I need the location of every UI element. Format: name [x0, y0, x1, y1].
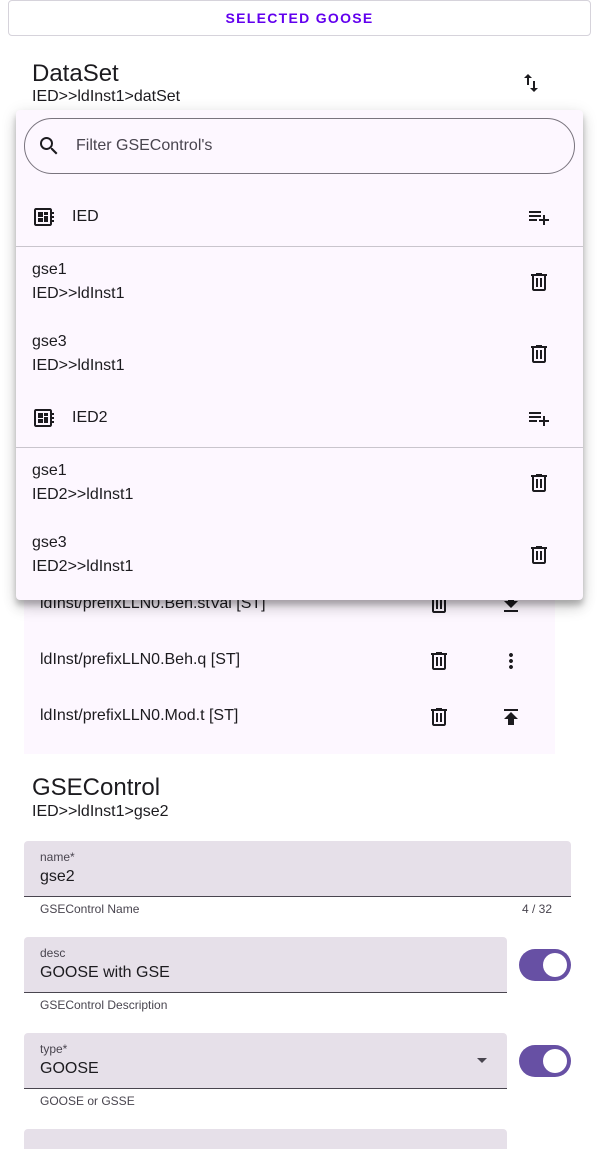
- fcda-list: ldInst/prefixLLN0.Beh.stVal [ST] ldInst/…: [24, 580, 555, 754]
- name-field-label: name*: [40, 850, 75, 864]
- list-item[interactable]: ldInst/prefixLLN0.Mod.t [ST]: [24, 690, 555, 746]
- delete-icon[interactable]: [427, 705, 451, 729]
- delete-icon[interactable]: [527, 543, 551, 567]
- more-vert-icon[interactable]: [499, 649, 523, 673]
- delete-icon[interactable]: [527, 342, 551, 366]
- name-helper-text: GSEControl Name: [40, 902, 140, 916]
- search-icon: [37, 134, 61, 158]
- list-item[interactable]: gse1 IED>>ldInst1: [16, 247, 583, 319]
- name-field-value: gse2: [40, 868, 75, 885]
- fcda-label: ldInst/prefixLLN0.Mod.t [ST]: [40, 707, 239, 724]
- search-placeholder: Filter GSEControl's: [76, 137, 213, 154]
- gsecontrol-picker-menu: Filter GSEControl's IED gse1 IED>>ldInst…: [16, 110, 583, 600]
- delete-icon[interactable]: [527, 270, 551, 294]
- desc-field-value: GOOSE with GSE: [40, 964, 170, 981]
- ied-name: IED: [72, 208, 99, 225]
- gse-path: IED>>ldInst1: [32, 357, 125, 374]
- gse-name: gse1: [32, 462, 67, 479]
- ied-name: IED2: [72, 409, 108, 426]
- delete-icon[interactable]: [527, 471, 551, 495]
- desc-helper-text: GSEControl Description: [40, 998, 168, 1012]
- next-field[interactable]: [24, 1129, 507, 1149]
- list-item[interactable]: gse3 IED>>ldInst1: [16, 319, 583, 391]
- desc-nullable-switch[interactable]: [519, 949, 571, 981]
- dataset-title: DataSet: [32, 60, 119, 87]
- type-field-label: type*: [40, 1042, 68, 1056]
- name-field[interactable]: name* gse2: [24, 841, 571, 897]
- gse-path: IED>>ldInst1: [32, 285, 125, 302]
- list-item[interactable]: gse3 IED2>>ldInst1: [16, 520, 583, 592]
- swap-vert-icon[interactable]: [519, 71, 543, 95]
- upload-icon[interactable]: [499, 705, 523, 729]
- developer-board-icon: [32, 406, 56, 430]
- list-item[interactable]: ldInst/prefixLLN0.Beh.q [ST]: [24, 634, 555, 690]
- gse-path: IED2>>ldInst1: [32, 486, 134, 503]
- gse-name: gse1: [32, 261, 67, 278]
- type-field-value: GOOSE: [40, 1060, 99, 1077]
- delete-icon[interactable]: [427, 649, 451, 673]
- name-char-counter: 4 / 32: [522, 902, 553, 916]
- switch-knob: [543, 953, 567, 977]
- arrow-drop-down-icon: [477, 1058, 487, 1063]
- fcda-label: ldInst/prefixLLN0.Beh.q [ST]: [40, 651, 241, 668]
- playlist-add-icon[interactable]: [527, 406, 551, 430]
- desc-field[interactable]: desc GOOSE with GSE: [24, 937, 507, 993]
- type-nullable-switch[interactable]: [519, 1045, 571, 1077]
- gse-path: IED2>>ldInst1: [32, 558, 134, 575]
- ied-group-header: IED2: [16, 390, 583, 446]
- gse-name: gse3: [32, 534, 67, 551]
- switch-knob: [543, 1049, 567, 1073]
- list-item[interactable]: gse1 IED2>>ldInst1: [16, 448, 583, 520]
- type-select[interactable]: type* GOOSE: [24, 1033, 507, 1089]
- desc-field-label: desc: [40, 946, 66, 960]
- ied-group-header: IED: [16, 189, 583, 245]
- selected-goose-button[interactable]: SELECTED GOOSE: [8, 0, 591, 36]
- playlist-add-icon[interactable]: [527, 205, 551, 229]
- filter-search-input[interactable]: Filter GSEControl's: [24, 118, 575, 174]
- dataset-path: IED>>ldInst1>datSet: [32, 88, 181, 105]
- selected-goose-label: SELECTED GOOSE: [225, 10, 374, 26]
- gsecontrol-path: IED>>ldInst1>gse2: [32, 803, 169, 820]
- gse-name: gse3: [32, 333, 67, 350]
- developer-board-icon: [32, 205, 56, 229]
- gsecontrol-title: GSEControl: [32, 774, 161, 801]
- type-helper-text: GOOSE or GSSE: [40, 1094, 135, 1108]
